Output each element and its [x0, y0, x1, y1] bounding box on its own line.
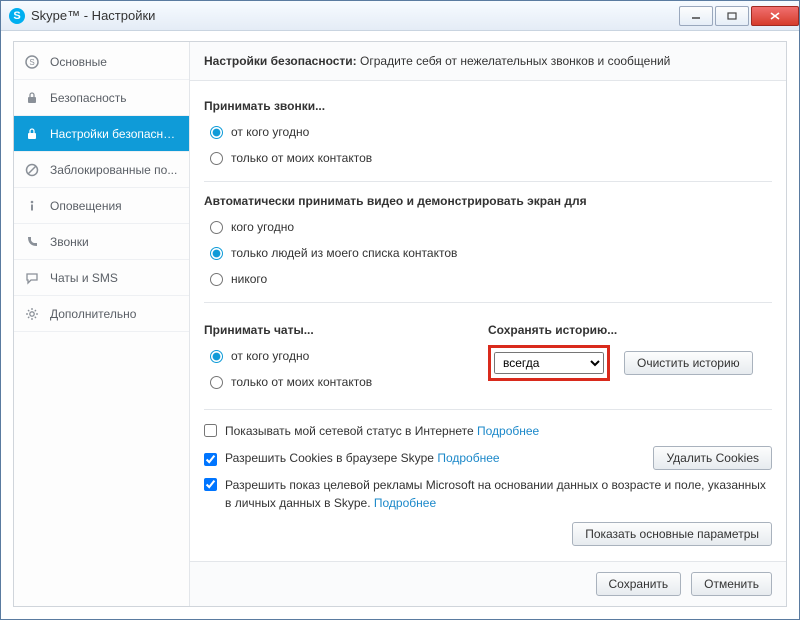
- chats-section-title: Принимать чаты...: [204, 323, 488, 337]
- checkbox-label: Показывать мой сетевой статус в Интернет…: [225, 422, 539, 440]
- history-controls: всегда Очистить историю: [488, 345, 772, 381]
- settings-window: S Skype™ - Настройки S Основные: [0, 0, 800, 620]
- content-area: S Основные Безопасность Настройки безопа…: [14, 42, 786, 606]
- radio-label: никого: [231, 272, 267, 286]
- radio-input[interactable]: [210, 126, 223, 139]
- ads-checkbox[interactable]: [204, 478, 217, 491]
- sidebar-item-chats[interactable]: Чаты и SMS: [14, 260, 189, 296]
- calls-contacts-radio[interactable]: только от моих контактов: [210, 147, 772, 169]
- divider: [204, 302, 772, 303]
- skype-icon: S: [24, 54, 40, 70]
- sidebar-item-label: Заблокированные по...: [50, 163, 179, 177]
- sidebar-item-security[interactable]: Безопасность: [14, 80, 189, 116]
- chats-anyone-radio[interactable]: от кого угодно: [210, 345, 488, 367]
- cancel-button[interactable]: Отменить: [691, 572, 772, 596]
- sidebar-item-blocked[interactable]: Заблокированные по...: [14, 152, 189, 188]
- sidebar-item-label: Оповещения: [50, 199, 179, 213]
- svg-text:S: S: [29, 58, 34, 67]
- sidebar-item-label: Безопасность: [50, 91, 179, 105]
- info-icon: [24, 198, 40, 214]
- learn-more-link[interactable]: Подробнее: [437, 451, 499, 465]
- radio-input[interactable]: [210, 152, 223, 165]
- history-column: Сохранять историю... всегда Очистить ист…: [488, 315, 772, 397]
- settings-panel: S Основные Безопасность Настройки безопа…: [13, 41, 787, 607]
- video-section-title: Автоматически принимать видео и демонстр…: [204, 194, 772, 208]
- close-button[interactable]: [751, 6, 799, 26]
- chat-icon: [24, 270, 40, 286]
- show-main-row: Показать основные параметры: [204, 522, 772, 546]
- phone-icon: [24, 234, 40, 250]
- history-select[interactable]: всегда: [494, 352, 604, 374]
- blocked-icon: [24, 162, 40, 178]
- radio-label: от кого угодно: [231, 125, 309, 139]
- sidebar-item-notifications[interactable]: Оповещения: [14, 188, 189, 224]
- clear-history-button[interactable]: Очистить историю: [624, 351, 753, 375]
- sidebar-item-advanced[interactable]: Дополнительно: [14, 296, 189, 332]
- minimize-button[interactable]: [679, 6, 713, 26]
- main-content: Настройки безопасности: Оградите себя от…: [190, 42, 786, 606]
- sidebar-item-label: Настройки безопасно...: [50, 127, 179, 141]
- delete-cookies-button[interactable]: Удалить Cookies: [653, 446, 772, 470]
- sidebar-item-label: Дополнительно: [50, 307, 179, 321]
- gear-icon: [24, 306, 40, 322]
- learn-more-link[interactable]: Подробнее: [477, 424, 539, 438]
- sidebar-item-security-settings[interactable]: Настройки безопасно...: [14, 116, 189, 152]
- lock-icon: [24, 90, 40, 106]
- maximize-button[interactable]: [715, 6, 749, 26]
- window-title: Skype™ - Настройки: [31, 8, 155, 23]
- dialog-footer: Сохранить Отменить: [190, 561, 786, 606]
- sidebar-item-calls[interactable]: Звонки: [14, 224, 189, 260]
- ads-checkbox-row: Разрешить показ целевой рекламы Microsof…: [204, 476, 772, 512]
- radio-input[interactable]: [210, 273, 223, 286]
- sidebar-item-general[interactable]: S Основные: [14, 44, 189, 80]
- header-subtitle: Оградите себя от нежелательных звонков и…: [360, 54, 670, 68]
- radio-label: только людей из моего списка контактов: [231, 246, 457, 260]
- radio-label: только от моих контактов: [231, 151, 372, 165]
- radio-input[interactable]: [210, 247, 223, 260]
- radio-label: только от моих контактов: [231, 375, 372, 389]
- calls-anyone-radio[interactable]: от кого угодно: [210, 121, 772, 143]
- radio-input[interactable]: [210, 350, 223, 363]
- video-contacts-radio[interactable]: только людей из моего списка контактов: [210, 242, 772, 264]
- radio-input[interactable]: [210, 221, 223, 234]
- chats-column: Принимать чаты... от кого угодно только …: [204, 315, 488, 397]
- history-section-title: Сохранять историю...: [488, 323, 772, 337]
- content-header: Настройки безопасности: Оградите себя от…: [190, 42, 786, 81]
- show-status-checkbox[interactable]: [204, 424, 217, 437]
- sidebar: S Основные Безопасность Настройки безопа…: [14, 42, 190, 606]
- divider: [204, 409, 772, 410]
- checkbox-label: Разрешить показ целевой рекламы Microsof…: [225, 476, 772, 512]
- skype-logo-icon: S: [9, 8, 25, 24]
- learn-more-link[interactable]: Подробнее: [374, 496, 436, 510]
- history-select-highlight: всегда: [488, 345, 610, 381]
- save-button[interactable]: Сохранить: [596, 572, 682, 596]
- radio-label: кого угодно: [231, 220, 294, 234]
- chats-contacts-radio[interactable]: только от моих контактов: [210, 371, 488, 393]
- cookies-checkbox[interactable]: [204, 453, 217, 466]
- sidebar-item-label: Чаты и SMS: [50, 271, 179, 285]
- show-main-params-button[interactable]: Показать основные параметры: [572, 522, 772, 546]
- sidebar-item-label: Основные: [50, 55, 179, 69]
- window-controls: [677, 6, 799, 26]
- cookies-checkbox-row: Разрешить Cookies в браузере Skype Подро…: [204, 446, 772, 470]
- lock-icon: [24, 126, 40, 142]
- chat-history-row: Принимать чаты... от кого угодно только …: [204, 315, 772, 397]
- content-body: Принимать звонки... от кого угодно тольк…: [190, 81, 786, 561]
- sidebar-item-label: Звонки: [50, 235, 179, 249]
- titlebar: S Skype™ - Настройки: [1, 1, 799, 31]
- calls-section-title: Принимать звонки...: [204, 99, 772, 113]
- divider: [204, 181, 772, 182]
- radio-input[interactable]: [210, 376, 223, 389]
- radio-label: от кого угодно: [231, 349, 309, 363]
- header-title: Настройки безопасности:: [204, 54, 357, 68]
- video-none-radio[interactable]: никого: [210, 268, 772, 290]
- checkbox-label: Разрешить Cookies в браузере Skype Подро…: [225, 449, 653, 467]
- show-status-checkbox-row: Показывать мой сетевой статус в Интернет…: [204, 422, 772, 440]
- video-anyone-radio[interactable]: кого угодно: [210, 216, 772, 238]
